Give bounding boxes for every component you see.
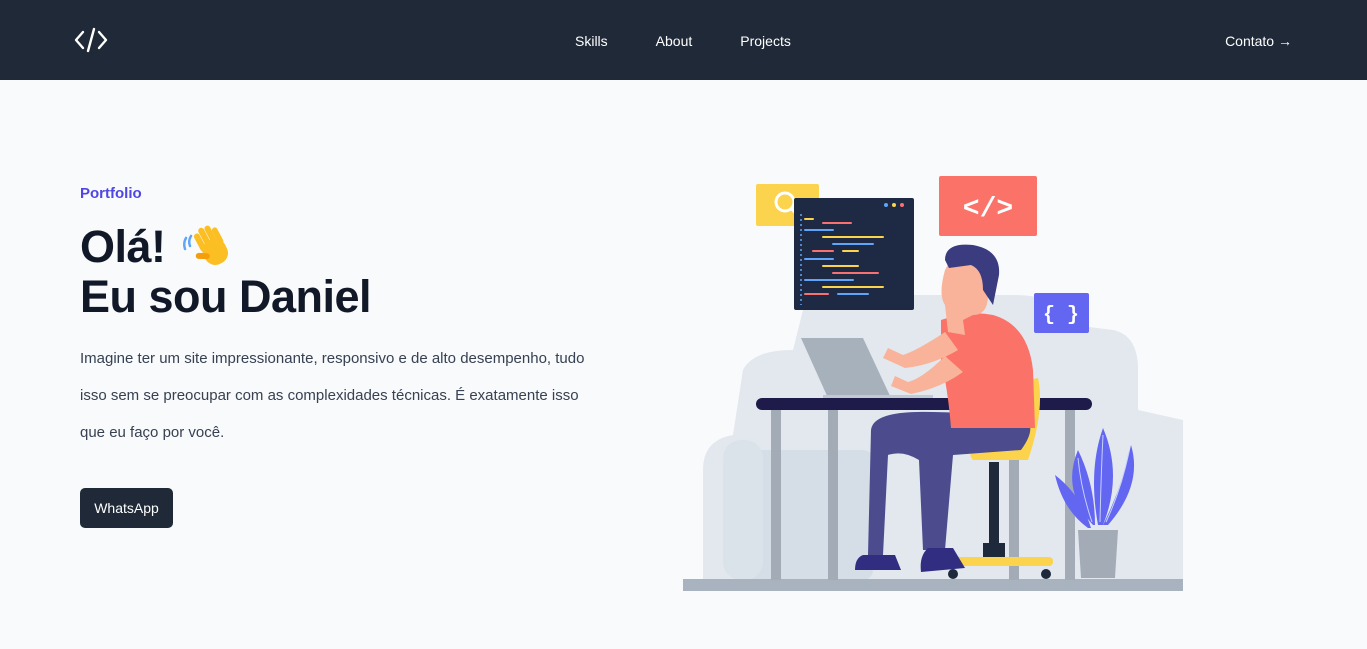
contact-link[interactable]: Contato → [1225,31,1292,51]
hero-title-line-1: Olá! [80,222,371,272]
waving-hand-icon [182,225,228,265]
hero-eyebrow: Portfolio [80,185,142,202]
hero-title: Olá! Eu sou Daniel [80,222,372,322]
navbar: Skills About Projects Contato → [0,0,1367,80]
nav-link-projects[interactable]: Projects [740,31,791,51]
hero-title-line-2: Eu sou Daniel [80,271,372,322]
braces-text: { } [1043,304,1079,327]
code-tag-text: </> [963,194,1013,225]
main-nav: Skills About Projects [575,31,791,51]
developer-illustration: </> { } [683,176,1183,591]
code-brackets-icon[interactable] [74,26,108,54]
nav-link-about[interactable]: About [656,31,693,51]
hero-description: Imagine ter um site impressionante, resp… [80,350,585,441]
nav-link-skills[interactable]: Skills [575,31,608,51]
hero-title-greeting: Olá! [80,221,166,272]
whatsapp-button[interactable]: WhatsApp [80,488,173,528]
